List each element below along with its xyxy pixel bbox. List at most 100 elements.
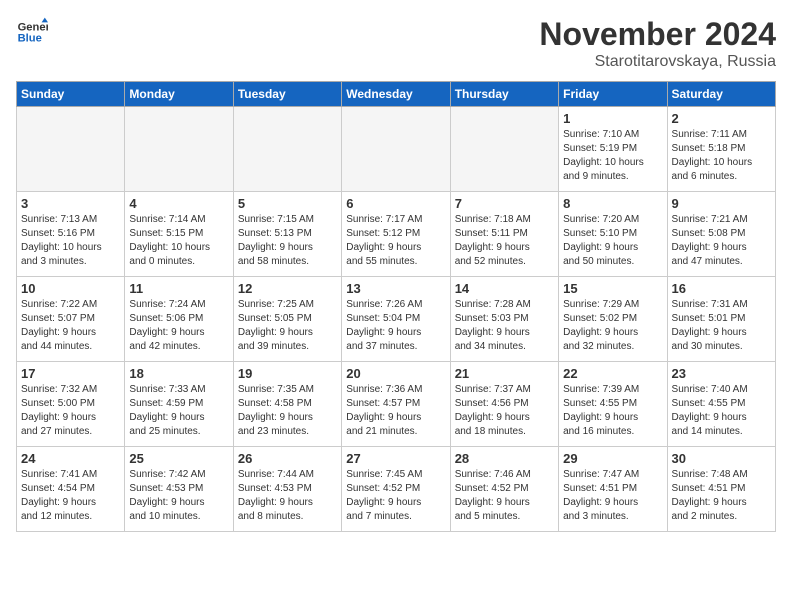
- calendar-day-cell: 10 Sunrise: 7:22 AM Sunset: 5:07 PM Dayli…: [17, 277, 125, 362]
- day-info: Sunrise: 7:33 AM Sunset: 4:59 PM Dayligh…: [129, 383, 228, 439]
- day-info: Sunrise: 7:11 AM Sunset: 5:18 PM Dayligh…: [672, 128, 771, 184]
- day-info: Sunrise: 7:13 AM Sunset: 5:16 PM Dayligh…: [21, 213, 120, 269]
- day-number: 5: [238, 196, 337, 211]
- calendar-day-cell: 16 Sunrise: 7:31 AM Sunset: 5:01 PM Dayli…: [667, 277, 775, 362]
- day-number: 18: [129, 366, 228, 381]
- day-number: 4: [129, 196, 228, 211]
- calendar-day-cell: 11 Sunrise: 7:24 AM Sunset: 5:06 PM Dayli…: [125, 277, 233, 362]
- calendar-day-cell: 3 Sunrise: 7:13 AM Sunset: 5:16 PM Daylig…: [17, 192, 125, 277]
- calendar-day-cell: [233, 107, 341, 192]
- calendar-body: 1 Sunrise: 7:10 AM Sunset: 5:19 PM Daylig…: [17, 107, 776, 532]
- day-number: 1: [563, 111, 662, 126]
- title-area: November 2024 Starotitarovskaya, Russia: [539, 16, 776, 71]
- day-number: 25: [129, 451, 228, 466]
- day-info: Sunrise: 7:17 AM Sunset: 5:12 PM Dayligh…: [346, 213, 445, 269]
- day-number: 24: [21, 451, 120, 466]
- weekday-header-cell: Saturday: [667, 82, 775, 107]
- day-number: 21: [455, 366, 554, 381]
- calendar-day-cell: 27 Sunrise: 7:45 AM Sunset: 4:52 PM Dayli…: [342, 447, 450, 532]
- day-info: Sunrise: 7:22 AM Sunset: 5:07 PM Dayligh…: [21, 298, 120, 354]
- calendar-day-cell: 2 Sunrise: 7:11 AM Sunset: 5:18 PM Daylig…: [667, 107, 775, 192]
- day-number: 20: [346, 366, 445, 381]
- day-info: Sunrise: 7:25 AM Sunset: 5:05 PM Dayligh…: [238, 298, 337, 354]
- location-title: Starotitarovskaya, Russia: [539, 53, 776, 71]
- calendar-week-row: 3 Sunrise: 7:13 AM Sunset: 5:16 PM Daylig…: [17, 192, 776, 277]
- day-number: 3: [21, 196, 120, 211]
- day-info: Sunrise: 7:39 AM Sunset: 4:55 PM Dayligh…: [563, 383, 662, 439]
- day-number: 13: [346, 281, 445, 296]
- logo-icon: General Blue: [16, 16, 48, 48]
- header: General Blue November 2024 Starotitarovs…: [16, 16, 776, 71]
- day-info: Sunrise: 7:37 AM Sunset: 4:56 PM Dayligh…: [455, 383, 554, 439]
- weekday-header-cell: Friday: [559, 82, 667, 107]
- day-info: Sunrise: 7:28 AM Sunset: 5:03 PM Dayligh…: [455, 298, 554, 354]
- day-info: Sunrise: 7:41 AM Sunset: 4:54 PM Dayligh…: [21, 468, 120, 524]
- calendar-day-cell: 26 Sunrise: 7:44 AM Sunset: 4:53 PM Dayli…: [233, 447, 341, 532]
- day-info: Sunrise: 7:14 AM Sunset: 5:15 PM Dayligh…: [129, 213, 228, 269]
- calendar-day-cell: 22 Sunrise: 7:39 AM Sunset: 4:55 PM Dayli…: [559, 362, 667, 447]
- month-title: November 2024: [539, 16, 776, 53]
- calendar-day-cell: 24 Sunrise: 7:41 AM Sunset: 4:54 PM Dayli…: [17, 447, 125, 532]
- calendar-day-cell: 1 Sunrise: 7:10 AM Sunset: 5:19 PM Daylig…: [559, 107, 667, 192]
- day-info: Sunrise: 7:32 AM Sunset: 5:00 PM Dayligh…: [21, 383, 120, 439]
- svg-text:General: General: [18, 21, 48, 33]
- day-number: 22: [563, 366, 662, 381]
- day-number: 17: [21, 366, 120, 381]
- day-info: Sunrise: 7:31 AM Sunset: 5:01 PM Dayligh…: [672, 298, 771, 354]
- day-info: Sunrise: 7:45 AM Sunset: 4:52 PM Dayligh…: [346, 468, 445, 524]
- day-number: 8: [563, 196, 662, 211]
- day-number: 2: [672, 111, 771, 126]
- calendar-day-cell: [125, 107, 233, 192]
- day-number: 10: [21, 281, 120, 296]
- calendar-day-cell: [17, 107, 125, 192]
- calendar-day-cell: 15Sunrise: 7:29 AM Sunset: 5:02 PM Dayli…: [559, 277, 667, 362]
- calendar-day-cell: 20 Sunrise: 7:36 AM Sunset: 4:57 PM Dayli…: [342, 362, 450, 447]
- calendar-week-row: 10 Sunrise: 7:22 AM Sunset: 5:07 PM Dayli…: [17, 277, 776, 362]
- calendar-day-cell: 8 Sunrise: 7:20 AM Sunset: 5:10 PM Daylig…: [559, 192, 667, 277]
- logo: General Blue: [16, 16, 48, 48]
- calendar-week-row: 17 Sunrise: 7:32 AM Sunset: 5:00 PM Dayli…: [17, 362, 776, 447]
- day-number: 28: [455, 451, 554, 466]
- calendar-day-cell: 4 Sunrise: 7:14 AM Sunset: 5:15 PM Daylig…: [125, 192, 233, 277]
- day-info: Sunrise: 7:21 AM Sunset: 5:08 PM Dayligh…: [672, 213, 771, 269]
- day-info: Sunrise: 7:40 AM Sunset: 4:55 PM Dayligh…: [672, 383, 771, 439]
- day-info: Sunrise: 7:36 AM Sunset: 4:57 PM Dayligh…: [346, 383, 445, 439]
- day-number: 29: [563, 451, 662, 466]
- calendar-day-cell: 28Sunrise: 7:46 AM Sunset: 4:52 PM Dayli…: [450, 447, 558, 532]
- day-number: 15: [563, 281, 662, 296]
- weekday-header-cell: Thursday: [450, 82, 558, 107]
- day-info: Sunrise: 7:24 AM Sunset: 5:06 PM Dayligh…: [129, 298, 228, 354]
- day-info: Sunrise: 7:42 AM Sunset: 4:53 PM Dayligh…: [129, 468, 228, 524]
- day-number: 6: [346, 196, 445, 211]
- day-info: Sunrise: 7:15 AM Sunset: 5:13 PM Dayligh…: [238, 213, 337, 269]
- day-info: Sunrise: 7:44 AM Sunset: 4:53 PM Dayligh…: [238, 468, 337, 524]
- day-info: Sunrise: 7:20 AM Sunset: 5:10 PM Dayligh…: [563, 213, 662, 269]
- day-number: 26: [238, 451, 337, 466]
- day-info: Sunrise: 7:10 AM Sunset: 5:19 PM Dayligh…: [563, 128, 662, 184]
- day-number: 19: [238, 366, 337, 381]
- weekday-header-cell: Monday: [125, 82, 233, 107]
- day-number: 23: [672, 366, 771, 381]
- calendar-day-cell: 19 Sunrise: 7:35 AM Sunset: 4:58 PM Dayli…: [233, 362, 341, 447]
- calendar-day-cell: 6 Sunrise: 7:17 AM Sunset: 5:12 PM Daylig…: [342, 192, 450, 277]
- calendar-day-cell: 21 Sunrise: 7:37 AM Sunset: 4:56 PM Dayli…: [450, 362, 558, 447]
- calendar-day-cell: 29 Sunrise: 7:47 AM Sunset: 4:51 PM Dayli…: [559, 447, 667, 532]
- calendar-week-row: 1 Sunrise: 7:10 AM Sunset: 5:19 PM Daylig…: [17, 107, 776, 192]
- day-info: Sunrise: 7:35 AM Sunset: 4:58 PM Dayligh…: [238, 383, 337, 439]
- calendar-day-cell: 12 Sunrise: 7:25 AM Sunset: 5:05 PM Dayli…: [233, 277, 341, 362]
- day-number: 9: [672, 196, 771, 211]
- day-info: Sunrise: 7:47 AM Sunset: 4:51 PM Dayligh…: [563, 468, 662, 524]
- calendar-day-cell: 18 Sunrise: 7:33 AM Sunset: 4:59 PM Dayli…: [125, 362, 233, 447]
- svg-text:Blue: Blue: [18, 33, 42, 45]
- calendar-table: SundayMondayTuesdayWednesdayThursdayFrid…: [16, 81, 776, 532]
- calendar-day-cell: [450, 107, 558, 192]
- calendar-day-cell: 23 Sunrise: 7:40 AM Sunset: 4:55 PM Dayli…: [667, 362, 775, 447]
- calendar-day-cell: 25 Sunrise: 7:42 AM Sunset: 4:53 PM Dayli…: [125, 447, 233, 532]
- weekday-header-cell: Sunday: [17, 82, 125, 107]
- day-number: 16: [672, 281, 771, 296]
- day-number: 27: [346, 451, 445, 466]
- calendar-day-cell: 5 Sunrise: 7:15 AM Sunset: 5:13 PM Daylig…: [233, 192, 341, 277]
- day-info: Sunrise: 7:18 AM Sunset: 5:11 PM Dayligh…: [455, 213, 554, 269]
- day-number: 12: [238, 281, 337, 296]
- day-number: 11: [129, 281, 228, 296]
